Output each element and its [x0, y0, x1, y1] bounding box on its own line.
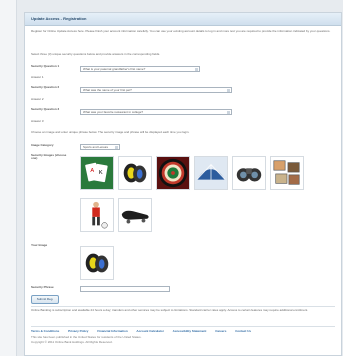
security-image-soccer[interactable] [80, 198, 114, 232]
svg-text:A: A [90, 168, 94, 174]
footer-link-careers[interactable]: Careers [215, 329, 226, 333]
footer-note: This site has been published in the Unit… [31, 335, 142, 339]
security-question-3-select[interactable]: What was your favorite restaurant in col… [80, 109, 232, 115]
legal-text: Online Banking is subscription and avail… [31, 308, 309, 312]
security-image-dartboard[interactable] [156, 156, 190, 190]
security-image-wheels[interactable] [118, 156, 152, 190]
footer-link-financial[interactable]: Financial Information [97, 329, 127, 333]
binoculars-icon [233, 157, 265, 189]
your-image-label: Your Image [31, 243, 48, 247]
security-question-1-value: What is your paternal grandfather's firs… [83, 67, 146, 71]
svg-text:K: K [99, 170, 103, 176]
security-question-1-label: Security Question 1 [31, 64, 60, 68]
selected-security-image [80, 246, 114, 280]
security-question-3-value: What was your favorite restaurant in col… [83, 110, 144, 114]
roller-skate-wheel-icon [119, 157, 151, 189]
chevron-down-icon [115, 146, 118, 149]
chevron-down-icon [195, 68, 198, 71]
skateboard-icon [119, 199, 151, 231]
roller-skate-wheel-icon [81, 247, 113, 279]
security-phrase-label: Security Phrase [31, 285, 54, 289]
security-image-umbrella[interactable] [194, 156, 228, 190]
answer-1-label: Answer 1 [31, 75, 44, 79]
image-category-label: Image Category [31, 143, 54, 147]
playing-cards-icon: A K [81, 157, 113, 189]
footer-link-accessibility[interactable]: Accessibility Statement [173, 329, 207, 333]
page-title: Update Access - Registration [25, 13, 341, 26]
security-question-2-select[interactable]: What was the name of your first pet? [80, 87, 232, 93]
left-gutter [0, 0, 17, 356]
image-category-select[interactable]: Sports and Leisure [80, 144, 120, 150]
security-image-cards[interactable]: A K [80, 156, 114, 190]
chevron-down-icon [227, 89, 230, 92]
divider [31, 326, 335, 327]
copyright: Copyright © 2011 Online Bank Holdings. A… [31, 340, 113, 344]
security-image-photos[interactable] [270, 156, 304, 190]
security-question-2-label: Security Question 2 [31, 85, 60, 89]
footer-link-terms[interactable]: Terms & Conditions [31, 329, 59, 333]
security-question-3-label: Security Question 3 [31, 107, 60, 111]
footer-links: Terms & Conditions Privacy Policy Financ… [31, 329, 259, 333]
image-section-intro: Choose an image and enter unique phrase … [31, 130, 190, 134]
divider [31, 306, 335, 307]
security-question-1-select[interactable]: What is your paternal grandfather's firs… [80, 66, 200, 72]
footer-link-contact[interactable]: Contact Us [235, 329, 251, 333]
photo-frames-icon [271, 157, 303, 189]
security-images-label: Security Images (choose one) [31, 153, 67, 161]
security-image-skateboard[interactable] [118, 198, 152, 232]
security-image-binoculars[interactable] [232, 156, 266, 190]
intro-text: Register for Online Update Access here. … [31, 29, 331, 33]
security-phrase-input[interactable] [80, 286, 170, 292]
footer-link-privacy[interactable]: Privacy Policy [68, 329, 88, 333]
dartboard-icon [157, 157, 189, 189]
image-category-value: Sports and Leisure [83, 145, 109, 149]
questions-intro: Select three (3) unique security questio… [31, 52, 161, 56]
footer-link-calculator[interactable]: Account Calculator [136, 329, 164, 333]
umbrella-icon [195, 157, 227, 189]
security-question-2-value: What was the name of your first pet? [83, 88, 132, 92]
soccer-player-icon [81, 199, 113, 231]
answer-2-label: Answer 2 [31, 97, 44, 101]
registration-panel: Update Access - Registration Register fo… [24, 12, 342, 356]
submit-button[interactable]: Submit Reg. [31, 295, 59, 304]
chevron-down-icon [227, 111, 230, 114]
answer-3-label: Answer 3 [31, 119, 44, 123]
